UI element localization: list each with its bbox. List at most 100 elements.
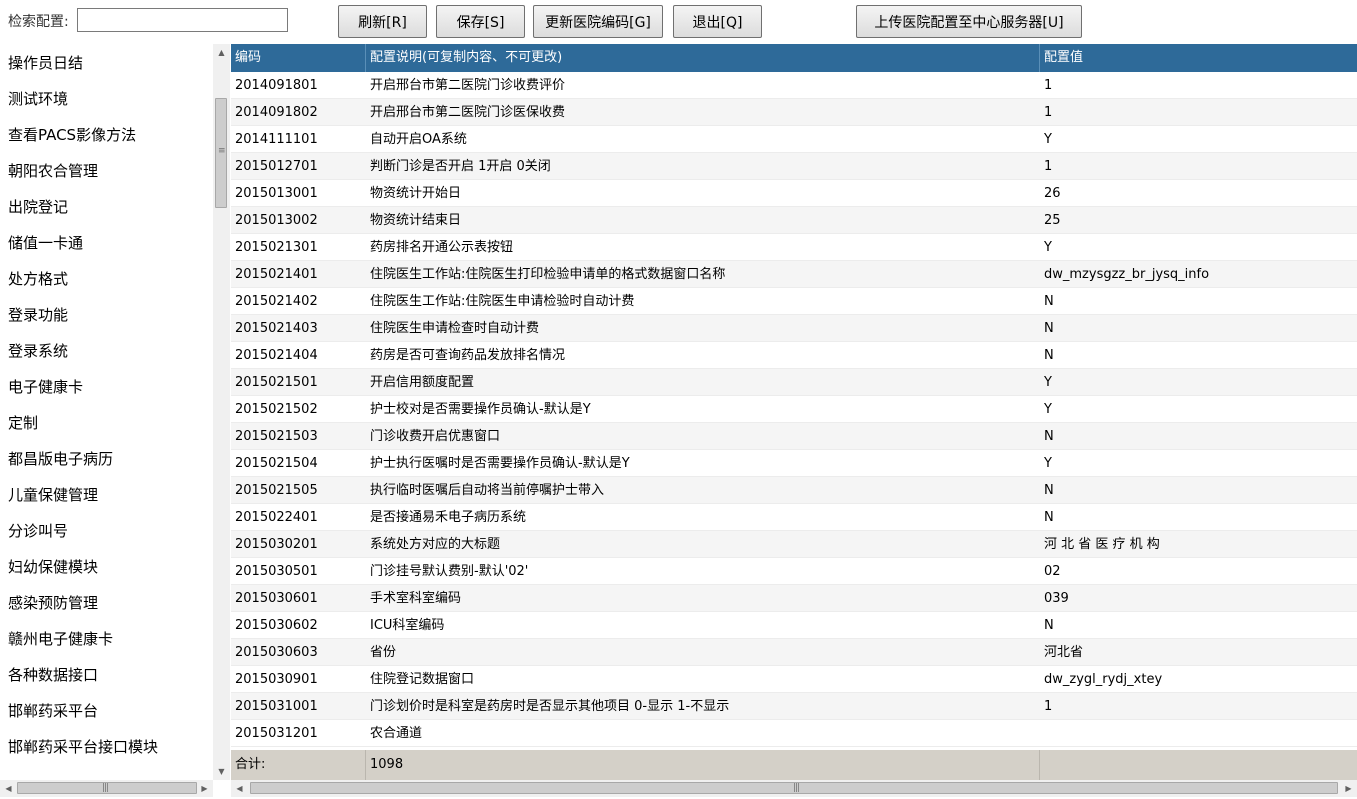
table-row[interactable]: 2014091801 开启邢台市第二医院门诊收费评价 1: [231, 72, 1357, 99]
category-item[interactable]: 邯郸药采平台接口模块: [0, 729, 213, 765]
cell-value[interactable]: 039: [1040, 585, 1357, 612]
cell-value[interactable]: N: [1040, 612, 1357, 639]
category-item[interactable]: 都昌版电子病历: [0, 441, 213, 477]
category-item[interactable]: 分诊叫号: [0, 513, 213, 549]
cell-code: 2015030501: [231, 558, 366, 585]
cell-value[interactable]: N: [1040, 423, 1357, 450]
scroll-right-icon[interactable]: ▶: [196, 780, 213, 797]
cell-value[interactable]: Y: [1040, 369, 1357, 396]
scroll-right-icon[interactable]: ▶: [1340, 780, 1357, 797]
refresh-button[interactable]: 刷新[R]: [338, 5, 427, 38]
table-row[interactable]: 2015021505 执行临时医嘱后自动将当前停嘱护士带入 N: [231, 477, 1357, 504]
cell-value[interactable]: Y: [1040, 396, 1357, 423]
update-hospital-code-button[interactable]: 更新医院编码[G]: [533, 5, 663, 38]
category-item[interactable]: 定制: [0, 405, 213, 441]
cell-description: 执行临时医嘱后自动将当前停嘱护士带入: [366, 477, 1040, 504]
cell-value[interactable]: Y: [1040, 126, 1357, 153]
cell-code: 2015031201: [231, 720, 366, 747]
scrollbar-thumb[interactable]: |||: [250, 782, 1338, 794]
column-header-description[interactable]: 配置说明(可复制内容、不可更改): [366, 44, 1040, 72]
category-item[interactable]: 出院登记: [0, 189, 213, 225]
category-item[interactable]: 感染预防管理: [0, 585, 213, 621]
category-item[interactable]: 赣州电子健康卡: [0, 621, 213, 657]
table-row[interactable]: 2015030601 手术室科室编码 039: [231, 585, 1357, 612]
toolbar: 检索配置: 刷新[R] 保存[S] 更新医院编码[G] 退出[Q] 上传医院配置…: [0, 0, 1357, 44]
cell-code: 2015013002: [231, 207, 366, 234]
table-row[interactable]: 2015021301 药房排名开通公示表按钮 Y: [231, 234, 1357, 261]
category-item[interactable]: 朝阳农合管理: [0, 153, 213, 189]
category-item[interactable]: 处方格式: [0, 261, 213, 297]
table-row[interactable]: 2014111101 自动开启OA系统 Y: [231, 126, 1357, 153]
cell-description: 是否接通易禾电子病历系统: [366, 504, 1040, 531]
table-row[interactable]: 2015031201 农合通道: [231, 720, 1357, 747]
table-row[interactable]: 2015021402 住院医生工作站:住院医生申请检验时自动计费 N: [231, 288, 1357, 315]
cell-value[interactable]: N: [1040, 504, 1357, 531]
cell-value[interactable]: N: [1040, 477, 1357, 504]
upload-config-button[interactable]: 上传医院配置至中心服务器[U]: [856, 5, 1082, 38]
table-row[interactable]: 2015021501 开启信用额度配置 Y: [231, 369, 1357, 396]
category-vertical-scrollbar[interactable]: ▲ ≡ ▼: [213, 44, 230, 780]
category-item[interactable]: 电子健康卡: [0, 369, 213, 405]
column-header-value[interactable]: 配置值: [1040, 44, 1357, 72]
table-row[interactable]: 2015030901 住院登记数据窗口 dw_zygl_rydj_xtey: [231, 666, 1357, 693]
cell-value[interactable]: 26: [1040, 180, 1357, 207]
scroll-left-icon[interactable]: ◀: [0, 780, 17, 797]
cell-value[interactable]: 1: [1040, 153, 1357, 180]
table-row[interactable]: 2015012701 判断门诊是否开启 1开启 0关闭 1: [231, 153, 1357, 180]
cell-value[interactable]: Y: [1040, 234, 1357, 261]
table-row[interactable]: 2015030603 省份 河北省: [231, 639, 1357, 666]
category-item[interactable]: 登录系统: [0, 333, 213, 369]
grid-horizontal-scrollbar[interactable]: ◀ ||| ▶: [231, 780, 1357, 797]
cell-description: 农合通道: [366, 720, 1040, 747]
scrollbar-thumb[interactable]: ≡: [215, 98, 227, 208]
cell-value[interactable]: 1: [1040, 99, 1357, 126]
table-row[interactable]: 2014091802 开启邢台市第二医院门诊医保收费 1: [231, 99, 1357, 126]
cell-value[interactable]: 河北省: [1040, 639, 1357, 666]
scroll-up-icon[interactable]: ▲: [213, 44, 230, 61]
table-row[interactable]: 2015030201 系统处方对应的大标题河 北 省 医 疗 机 构: [231, 531, 1357, 558]
cell-code: 2015013001: [231, 180, 366, 207]
category-item[interactable]: 邯郸药采平台: [0, 693, 213, 729]
table-row[interactable]: 2015031001 门诊划价时是科室是药房时是否显示其他项目 0-显示 1-不显…: [231, 693, 1357, 720]
cell-value[interactable]: [1040, 720, 1357, 747]
cell-value[interactable]: N: [1040, 315, 1357, 342]
category-item[interactable]: 储值一卡通: [0, 225, 213, 261]
table-row[interactable]: 2015021403 住院医生申请检查时自动计费 N: [231, 315, 1357, 342]
column-header-code[interactable]: 编码: [231, 44, 366, 72]
table-row[interactable]: 2015021504 护士执行医嘱时是否需要操作员确认-默认是Y Y: [231, 450, 1357, 477]
cell-value[interactable]: 1: [1040, 693, 1357, 720]
cell-value[interactable]: 1: [1040, 72, 1357, 99]
scroll-left-icon[interactable]: ◀: [231, 780, 248, 797]
cell-value[interactable]: N: [1040, 288, 1357, 315]
cell-value[interactable]: 02: [1040, 558, 1357, 585]
table-row[interactable]: 2015013002 物资统计结束日 25: [231, 207, 1357, 234]
table-row[interactable]: 2015021404 药房是否可查询药品发放排名情况 N: [231, 342, 1357, 369]
cell-value[interactable]: dw_mzysgzz_br_jysq_info: [1040, 261, 1357, 288]
category-item[interactable]: 查看PACS影像方法: [0, 117, 213, 153]
exit-button[interactable]: 退出[Q]: [673, 5, 762, 38]
table-row[interactable]: 2015022401 是否接通易禾电子病历系统 N: [231, 504, 1357, 531]
table-row[interactable]: 2015021401 住院医生工作站:住院医生打印检验申请单的格式数据窗口名称 dw…: [231, 261, 1357, 288]
category-item[interactable]: 各种数据接口: [0, 657, 213, 693]
category-horizontal-scrollbar[interactable]: ◀ ||| ▶: [0, 780, 213, 797]
table-row[interactable]: 2015013001 物资统计开始日 26: [231, 180, 1357, 207]
category-item[interactable]: 操作员日结: [0, 45, 213, 81]
table-row[interactable]: 2015021502 护士校对是否需要操作员确认-默认是Y Y: [231, 396, 1357, 423]
cell-value[interactable]: 25: [1040, 207, 1357, 234]
category-item[interactable]: 妇幼保健模块: [0, 549, 213, 585]
category-item[interactable]: 测试环境: [0, 81, 213, 117]
cell-value[interactable]: Y: [1040, 450, 1357, 477]
table-row[interactable]: 2015030602 ICU科室编码 N: [231, 612, 1357, 639]
cell-value[interactable]: 河 北 省 医 疗 机 构: [1040, 531, 1357, 558]
category-item[interactable]: 登录功能: [0, 297, 213, 333]
search-input[interactable]: [77, 8, 288, 32]
table-row[interactable]: 2015021503 门诊收费开启优惠窗口 N: [231, 423, 1357, 450]
cell-value[interactable]: dw_zygl_rydj_xtey: [1040, 666, 1357, 693]
category-item[interactable]: 儿童保健管理: [0, 477, 213, 513]
grip-lines-icon: |||: [793, 783, 800, 793]
cell-value[interactable]: N: [1040, 342, 1357, 369]
scrollbar-thumb[interactable]: |||: [17, 782, 197, 794]
scroll-down-icon[interactable]: ▼: [213, 763, 230, 780]
save-button[interactable]: 保存[S]: [436, 5, 525, 38]
table-row[interactable]: 2015030501 门诊挂号默认费别-默认'02' 02: [231, 558, 1357, 585]
